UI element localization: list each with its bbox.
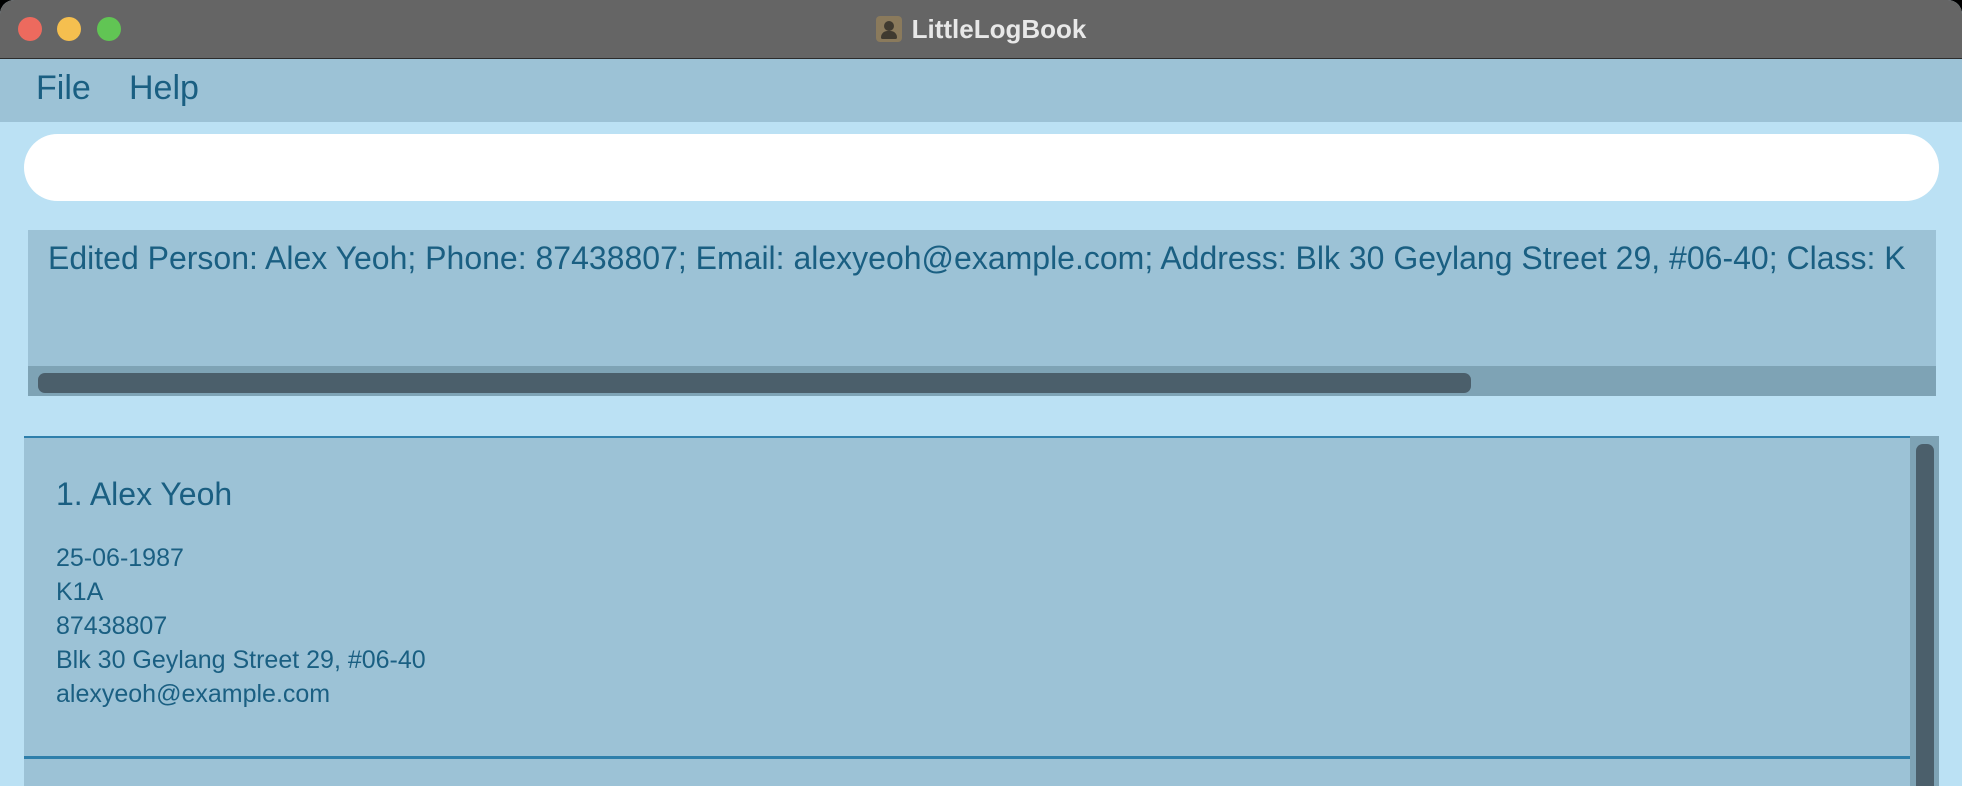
list-scroll-thumb[interactable] [1916,444,1934,786]
person-list: 1. Alex Yeoh 25-06-1987 K1A 87438807 Blk… [24,436,1939,786]
list-vertical-scrollbar[interactable] [1910,436,1939,786]
app-window: LittleLogBook File Help Edited Person: A… [0,0,1962,786]
person-class: K1A [56,578,104,606]
result-scroll-thumb[interactable] [38,373,1471,393]
result-display: Edited Person: Alex Yeoh; Phone: 8743880… [28,230,1936,396]
window-title: LittleLogBook [911,13,1087,44]
result-message: Edited Person: Alex Yeoh; Phone: 8743880… [48,240,1906,276]
menu-help[interactable]: Help [129,69,199,108]
menu-bar: File Help [0,59,1962,122]
list-divider [24,436,1910,438]
person-address: Blk 30 Geylang Street 29, #06-40 [56,646,426,674]
app-person-icon [875,16,902,42]
result-horizontal-scrollbar[interactable] [28,366,1936,396]
menu-file[interactable]: File [36,69,91,108]
person-email: alexyeoh@example.com [56,680,331,708]
person-phone: 87438807 [56,612,168,640]
title-bar: LittleLogBook [0,0,1962,59]
person-name: 1. Alex Yeoh [56,476,233,512]
person-birthday: 25-06-1987 [56,544,184,572]
command-input[interactable] [24,134,1939,201]
card-divider [24,756,1910,759]
